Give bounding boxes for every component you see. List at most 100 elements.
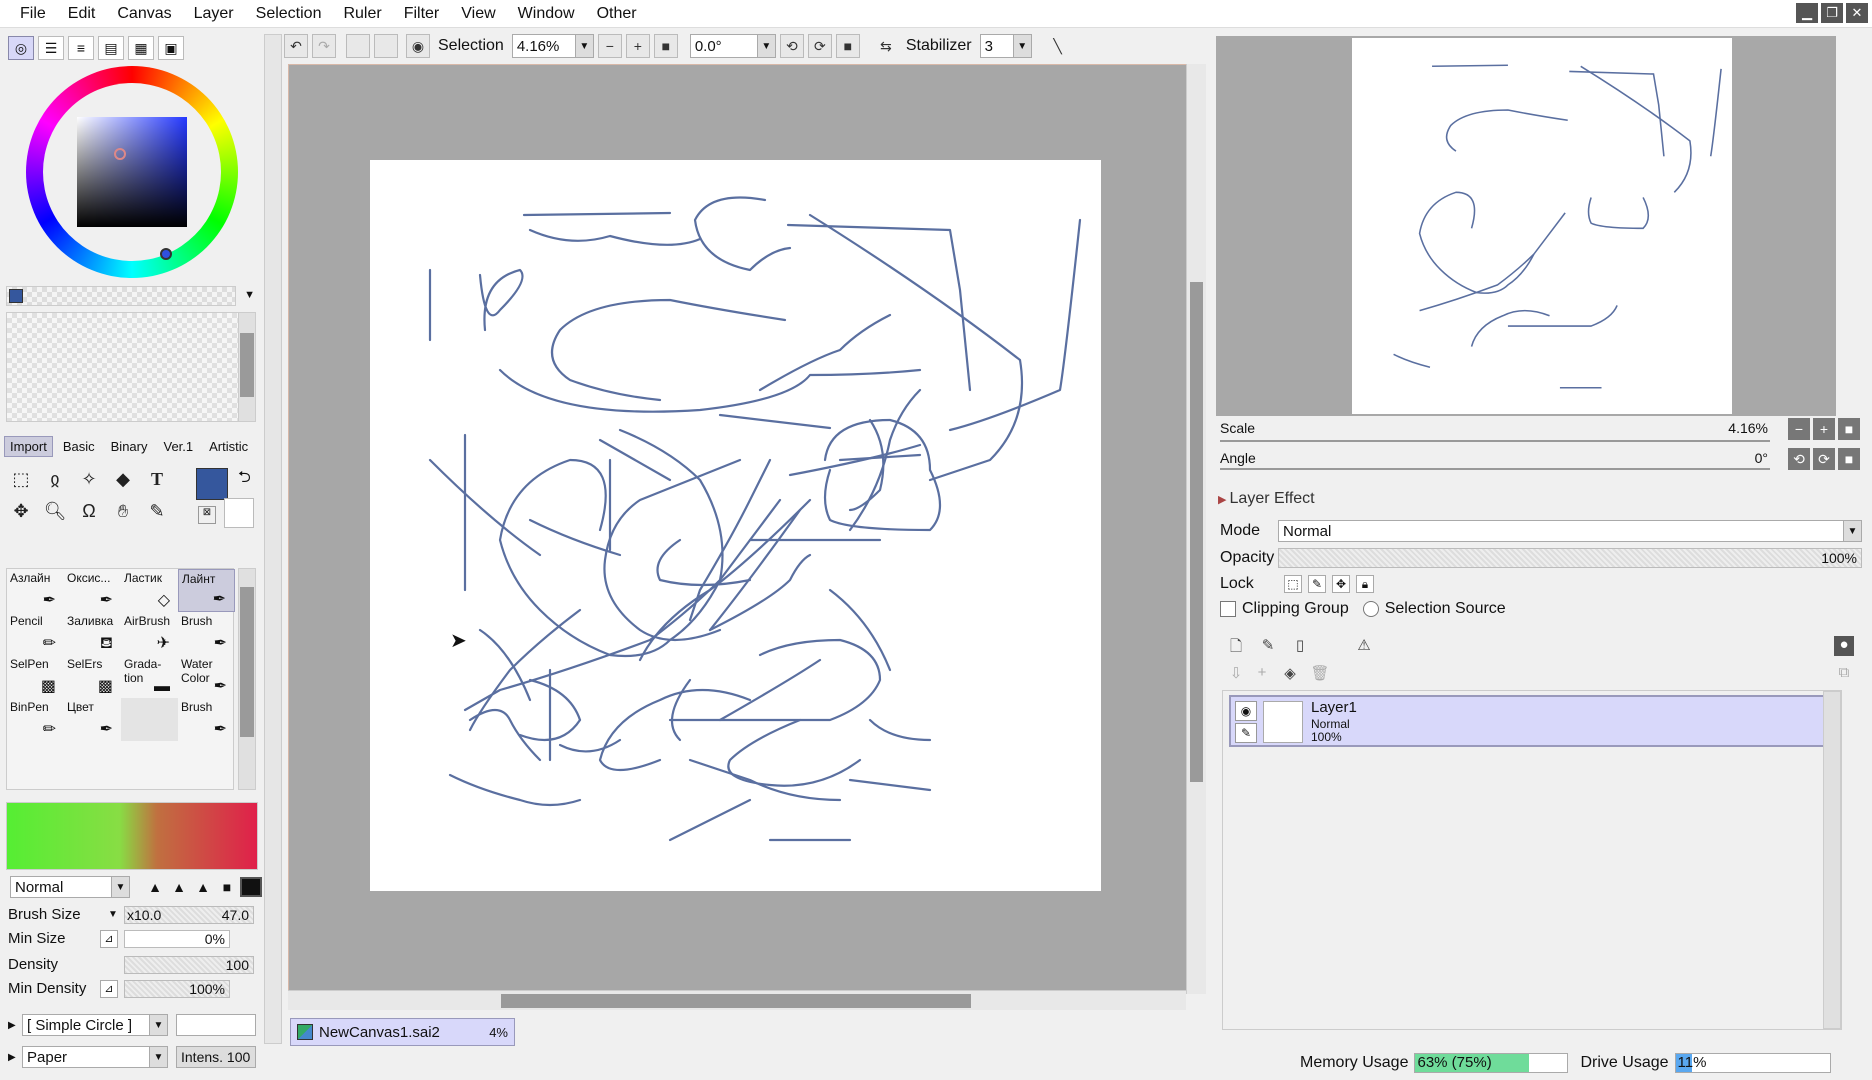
tab-basic[interactable]: Basic [57,436,101,457]
brush-tool-item-empty[interactable] [121,698,178,741]
brush-tool-item[interactable]: AirBrush ✈ [121,612,178,655]
new-layer-icon[interactable]: 🗋︎ [1226,636,1246,656]
menu-ruler[interactable]: Ruler [332,0,392,28]
layer-options-icon[interactable]: ● [1834,636,1854,656]
layer-mode-select[interactable]: Normal ▼ [1278,520,1862,542]
tab-artistic[interactable]: Artistic [203,436,254,457]
zoom-reset-icon[interactable]: ■ [653,34,678,58]
scratchpad-icon[interactable]: ▣ [158,36,184,60]
restore-button[interactable]: ❐ [1821,3,1843,23]
menu-edit[interactable]: Edit [57,0,107,28]
eye-icon[interactable]: ◉ [1235,701,1257,721]
shape-param-field[interactable] [176,1014,256,1036]
tip-shape-icon[interactable]: ▲ [192,877,214,897]
canvas-paper[interactable] [370,160,1101,891]
expand-icon[interactable]: ▶ [8,1052,22,1063]
brush-tool-item[interactable]: Заливка ⛾ [64,612,121,655]
menu-canvas[interactable]: Canvas [106,0,182,28]
color-wheel-mode-icon[interactable]: ◎ [8,36,34,60]
canvas-viewport[interactable] [288,64,1206,994]
menu-selection[interactable]: Selection [245,0,333,28]
zoom-in-icon[interactable]: + [1813,418,1835,440]
rgb-slider-icon[interactable]: ☰ [38,36,64,60]
new-linework-layer-icon[interactable]: ✎ [1258,636,1278,656]
brush-size-field[interactable]: x10.0 47.0 [124,906,254,924]
brush-tool-item[interactable]: Brush ✒ [178,698,235,741]
angle-slider[interactable] [1220,468,1770,470]
minimize-button[interactable]: ▁ [1796,3,1818,23]
menu-other[interactable]: Other [586,0,648,28]
density-field[interactable]: 100 [124,956,254,974]
canvas-horizontal-scrollbar[interactable] [288,990,1186,1010]
saturation-value-square[interactable] [77,117,187,227]
min-density-field[interactable]: 100% [124,980,230,998]
layer-panel-menu-icon[interactable]: ⧉ [1834,664,1854,684]
rotate-ccw-icon[interactable]: ⟲ [1788,448,1810,470]
hand-icon[interactable]: ✋︎ [110,498,136,524]
mixer-icon[interactable]: ▤ [98,36,124,60]
rotate-icon[interactable]: Ω [76,498,102,524]
zoom-out-icon[interactable]: − [1788,418,1810,440]
pressure-icon[interactable]: ⊿ [100,930,118,948]
document-tab[interactable]: NewCanvas1.sai2 4% [290,1018,515,1046]
swatches-icon[interactable]: ▦ [128,36,154,60]
lock-paint-icon[interactable]: ✎ [1308,575,1326,593]
line-mode-icon[interactable]: ╲ [1046,34,1070,58]
texture-intensity-field[interactable]: Intens. 100 [176,1046,256,1068]
text-icon[interactable]: T [144,466,170,492]
navigator-preview[interactable] [1216,36,1836,416]
move-icon[interactable]: ✥ [8,498,34,524]
brush-grid-scrollbar[interactable] [238,568,256,790]
lock-transparency-icon[interactable]: ⬚ [1284,575,1302,593]
merge-down-icon[interactable]: + [1252,664,1272,684]
zoom-select[interactable]: 4.16% ▼ [511,34,594,58]
layer-list-scrollbar[interactable] [1823,691,1841,1029]
opacity-field[interactable]: 100% [1278,548,1862,568]
canvas-vertical-scrollbar[interactable] [1186,64,1206,994]
pen-icon[interactable]: ✎ [1235,723,1257,743]
rotate-ccw-icon[interactable]: ⟲ [779,34,804,58]
chevron-down-icon[interactable]: ▼ [244,289,255,301]
hue-cursor[interactable] [160,248,172,260]
pressure-icon[interactable]: ⊿ [100,980,118,998]
rotate-cw-icon[interactable]: ⟳ [1813,448,1835,470]
menu-view[interactable]: View [450,0,506,28]
rect-select-icon[interactable]: ⬚ [8,466,34,492]
tab-ver1[interactable]: Ver.1 [158,436,200,457]
brush-tool-item[interactable]: Grada-tion ▬ [121,655,178,698]
sub-color-swatch[interactable] [224,498,254,528]
eye-icon[interactable]: ◉ [406,34,430,58]
undo-icon[interactable]: ↶ [284,34,308,58]
transparent-color-icon[interactable]: ⊠ [198,506,216,524]
zoom-reset-icon[interactable]: ■ [1838,418,1860,440]
brush-tool-item[interactable]: Оксис... ✒ [64,569,121,612]
menu-file[interactable]: File [0,0,57,28]
stabilizer-select[interactable]: 3 ▼ [979,34,1032,58]
lock-all-icon[interactable]: 🔒︎ [1356,575,1374,593]
brush-tool-item[interactable]: Азлайн ✒ [7,569,64,612]
min-size-field[interactable]: 0% [124,930,230,948]
rotate-reset-icon[interactable]: ■ [835,34,860,58]
swap-colors-icon[interactable]: ⮌ [238,466,251,493]
left-panel-scrollbar[interactable] [264,34,282,1044]
clipping-group-checkbox[interactable] [1220,601,1236,617]
tip-shape-icon[interactable] [240,877,262,897]
lock-move-icon[interactable]: ✥ [1332,575,1350,593]
invert-selection-icon[interactable] [374,34,398,58]
brush-shape-select[interactable]: [ Simple Circle ] ▼ [22,1014,168,1036]
menu-layer[interactable]: Layer [183,0,245,28]
scratchpad-scrollbar[interactable] [238,312,256,422]
tab-import[interactable]: Import [4,436,53,457]
sv-cursor[interactable] [114,148,126,160]
brush-tool-item[interactable]: Pencil ✏ [7,612,64,655]
blend-mode-select[interactable]: Normal ▼ [10,876,130,898]
redo-icon[interactable]: ↷ [312,34,336,58]
tip-shape-icon[interactable]: ▲ [168,877,190,897]
lasso-icon[interactable]: ჲ [42,466,68,492]
flip-horizontal-icon[interactable]: ⇆ [874,34,898,58]
delete-layer-icon[interactable]: 🗑︎ [1310,664,1330,684]
eyedropper-icon[interactable]: ✎ [144,498,170,524]
new-folder-icon[interactable]: ▯ [1290,636,1310,656]
brush-tool-item[interactable]: Цвет ✒ [64,698,121,741]
zoom-in-icon[interactable]: + [625,34,650,58]
